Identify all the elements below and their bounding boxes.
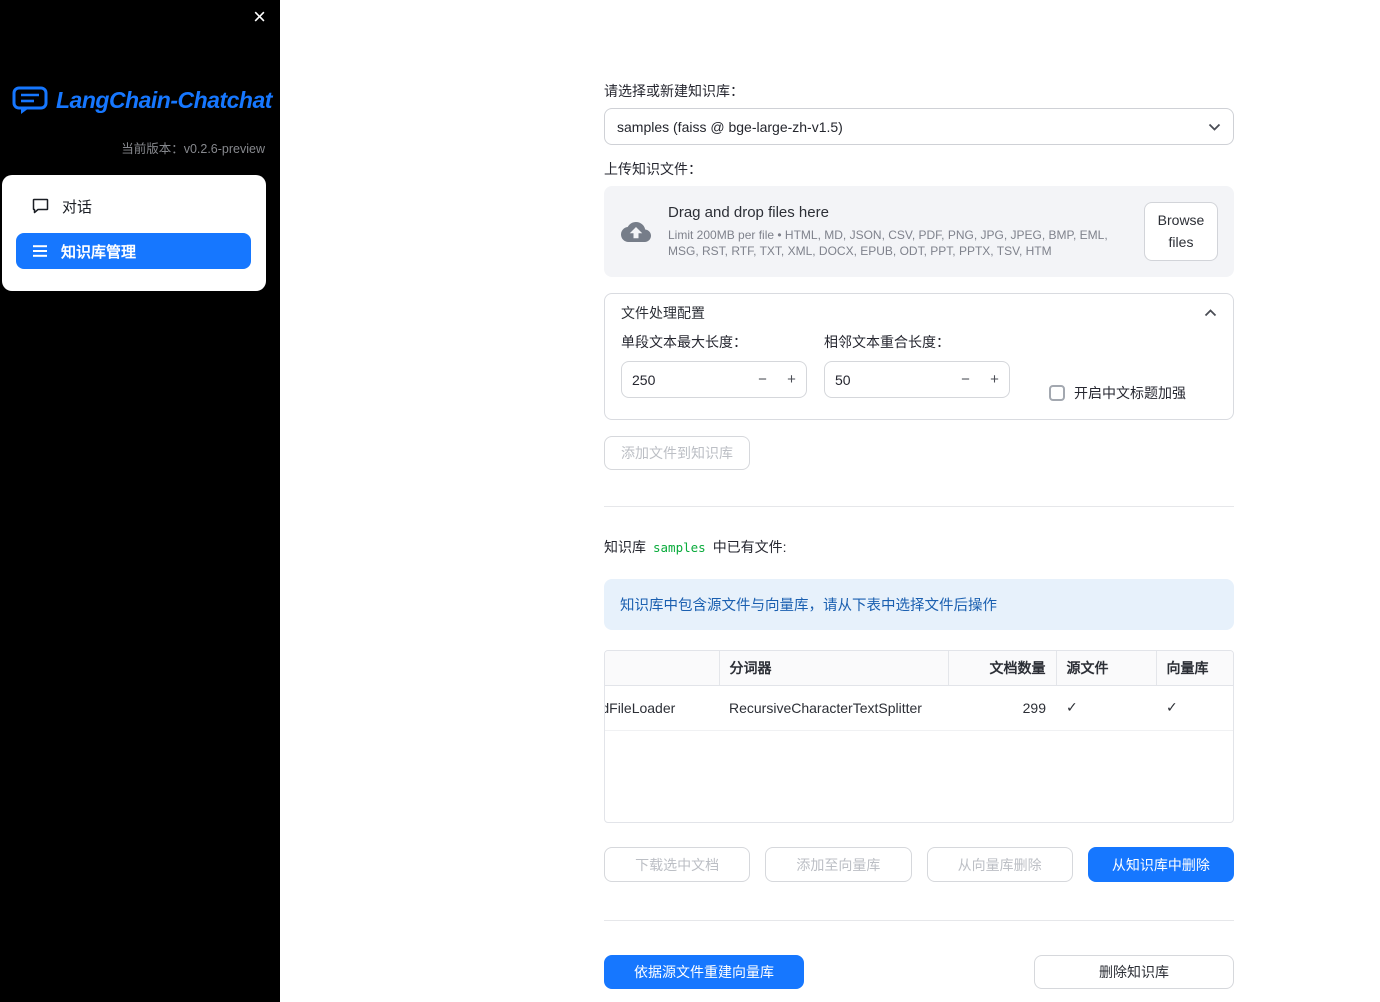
column-header-loader[interactable]: 文档加载器 xyxy=(605,651,720,686)
checkbox-icon xyxy=(1049,385,1065,402)
download-selected-button[interactable]: 下载选中文档 xyxy=(604,847,751,883)
add-to-vector-store-button[interactable]: 添加至向量库 xyxy=(765,847,912,883)
cell-loader: UnstructuredFileLoader xyxy=(605,685,719,731)
info-banner: 知识库中包含源文件与向量库，请从下表中选择文件后操作 xyxy=(604,579,1234,631)
upload-label: 上传知识文件： xyxy=(604,161,702,177)
plus-button[interactable]: + xyxy=(777,371,806,388)
kb-files-prefix: 知识库 xyxy=(604,539,646,556)
column-header-doc-count[interactable]: 文档数量 xyxy=(948,651,1057,686)
max-length-input[interactable] xyxy=(622,371,748,388)
column-header-vector-store[interactable]: 向量库 xyxy=(1156,651,1233,686)
chat-bubble-icon xyxy=(32,198,49,214)
checkbox-label: 开启中文标题加强 xyxy=(1074,385,1186,402)
cell-doc-count: 299 xyxy=(948,685,1056,731)
file-dropzone[interactable]: Drag and drop files here Limit 200MB per… xyxy=(604,186,1234,278)
logo-chat-icon xyxy=(12,86,48,115)
divider xyxy=(604,506,1234,508)
cell-vector-store-check: ✓ xyxy=(1156,685,1233,731)
close-icon[interactable]: × xyxy=(253,4,266,30)
kb-select[interactable]: samples (faiss @ bge-large-zh-v1.5) xyxy=(604,108,1234,145)
sidebar-menu: 对话 知识库管理 xyxy=(2,175,266,291)
sidebar-item-label: 知识库管理 xyxy=(61,243,137,261)
file-config-expander: 文件处理配置 单段文本最大长度： − + 相邻文本重合 xyxy=(604,293,1234,421)
sidebar-item-chat[interactable]: 对话 xyxy=(2,189,266,223)
kb-name-code: samples xyxy=(653,539,706,555)
logo-text: LangChain-Chatchat xyxy=(56,87,272,113)
cell-source-file-check: ✓ xyxy=(1056,685,1156,731)
plus-button[interactable]: + xyxy=(980,371,1009,388)
kb-select-value: samples (faiss @ bge-large-zh-v1.5) xyxy=(617,118,843,135)
expander-title: 文件处理配置 xyxy=(621,305,705,322)
add-files-button[interactable]: 添加文件到知识库 xyxy=(604,436,750,471)
table-header-row: 文档加载器 分词器 文档数量 源文件 向量库 xyxy=(605,651,1233,686)
max-length-stepper: − + xyxy=(621,361,807,399)
chevron-up-icon xyxy=(1204,309,1217,317)
delete-from-vector-store-button[interactable]: 从向量库删除 xyxy=(926,847,1073,883)
list-lines-icon xyxy=(32,244,48,258)
dropzone-limit-text: Limit 200MB per file • HTML, MD, JSON, C… xyxy=(668,228,1108,259)
sidebar: × LangChain-Chatchat 当前版本：v0.2.6-preview… xyxy=(0,0,280,1002)
expander-header[interactable]: 文件处理配置 xyxy=(605,294,1233,332)
cloud-upload-icon xyxy=(620,217,652,247)
column-header-source-file[interactable]: 源文件 xyxy=(1056,651,1157,686)
version-label: 当前版本：v0.2.6-preview xyxy=(121,142,265,156)
overlap-input[interactable] xyxy=(825,371,951,388)
table-row[interactable]: UnstructuredFileLoader RecursiveCharacte… xyxy=(605,685,1233,731)
main-area: 请选择或新建知识库： samples (faiss @ bge-large-zh… xyxy=(280,0,1380,1002)
zh-title-enhance-checkbox[interactable]: 开启中文标题加强 xyxy=(1049,383,1186,403)
minus-button[interactable]: − xyxy=(951,371,980,388)
divider xyxy=(604,920,1234,922)
kb-files-suffix: 中已有文件: xyxy=(712,539,787,556)
app-logo: LangChain-Chatchat xyxy=(0,86,280,115)
kb-files-table[interactable]: 文档加载器 分词器 文档数量 源文件 向量库 UnstructuredFileL… xyxy=(604,650,1234,824)
max-length-label: 单段文本最大长度： xyxy=(621,334,747,351)
chevron-down-icon xyxy=(1208,123,1221,131)
column-header-splitter[interactable]: 分词器 xyxy=(719,651,949,686)
delete-from-kb-button[interactable]: 从知识库中删除 xyxy=(1087,847,1234,883)
minus-button[interactable]: − xyxy=(748,371,777,388)
cell-splitter: RecursiveCharacterTextSplitter xyxy=(719,685,948,731)
browse-files-button[interactable]: Browse files xyxy=(1144,202,1218,262)
sidebar-item-label: 对话 xyxy=(62,198,93,216)
overlap-stepper: − + xyxy=(824,361,1010,399)
overlap-label: 相邻文本重合长度： xyxy=(824,334,950,351)
dropzone-title: Drag and drop files here xyxy=(668,204,829,221)
sidebar-item-knowledge-base[interactable]: 知识库管理 xyxy=(16,233,251,269)
rebuild-vector-store-button[interactable]: 依据源文件重建向量库 xyxy=(604,955,804,990)
kb-select-label: 请选择或新建知识库： xyxy=(604,83,744,99)
delete-kb-button[interactable]: 删除知识库 xyxy=(1034,955,1234,990)
